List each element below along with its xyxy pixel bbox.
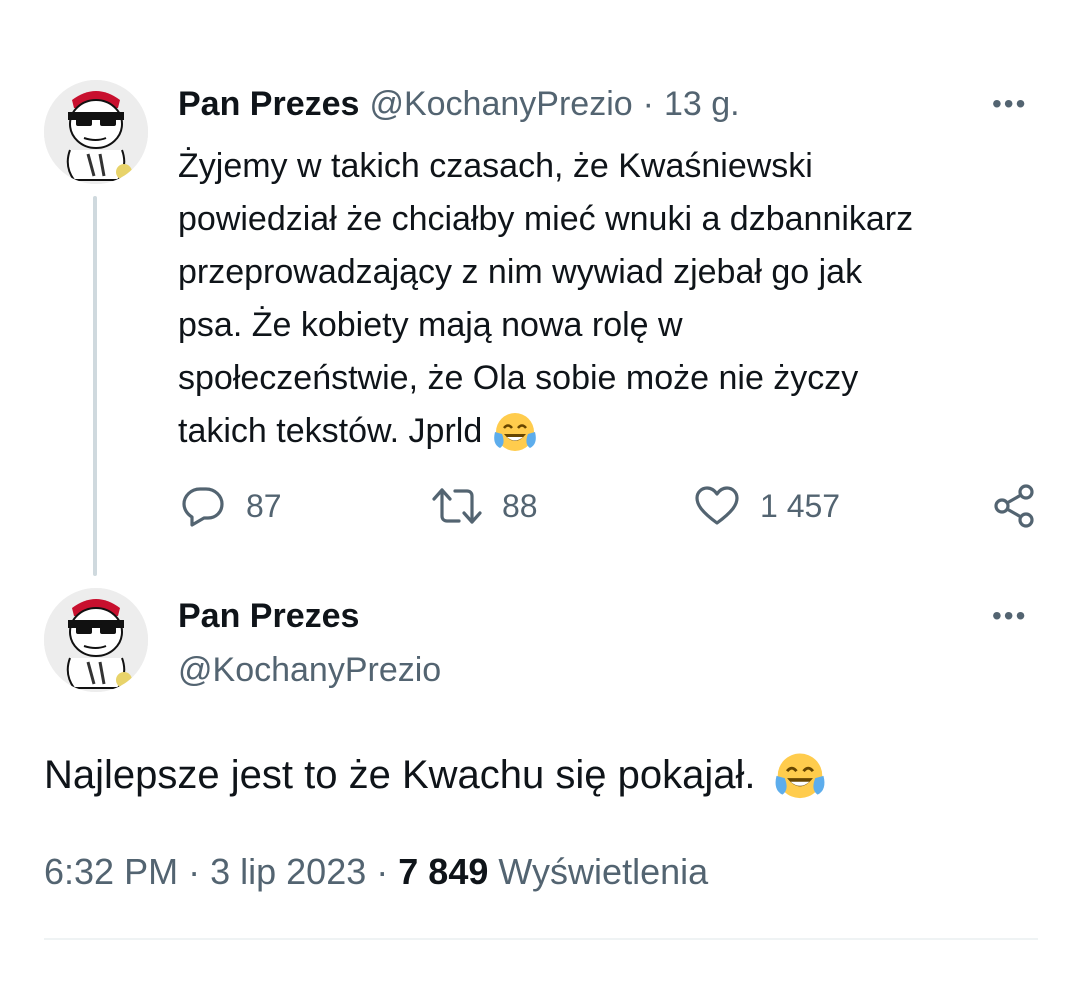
text-line: przeprowadzający z nim wywiad zjebał go … (178, 253, 863, 291)
views-count[interactable]: 7 849 (398, 851, 488, 892)
retweet-count: 88 (502, 487, 538, 524)
separator: · (376, 851, 389, 892)
like-icon (695, 486, 739, 525)
author-name[interactable]: Pan Prezes (178, 84, 359, 124)
text-line: powiedział że chciałby mieć wnuki a dzba… (178, 200, 914, 238)
like-button[interactable]: 1 457 (694, 484, 840, 528)
avatar[interactable] (44, 588, 148, 692)
separator: · (642, 85, 654, 123)
reply-icon (182, 487, 224, 527)
separator: · (188, 851, 201, 892)
author-handle[interactable]: @KochanyPrezio (178, 650, 441, 690)
reply-button[interactable]: 87 (180, 484, 282, 528)
tears-of-joy-emoji-icon (493, 413, 536, 452)
share-icon (994, 484, 1034, 528)
text-line: Żyjemy w takich czasach, że Kwaśniewski (178, 147, 813, 185)
tweet1-text: Żyjemy w takich czasach, że Kwaśniewski … (178, 140, 1048, 458)
tweet2-text: Najlepsze jest to że Kwachu się pokajał. (44, 745, 827, 805)
author-name[interactable]: Pan Prezes (178, 596, 359, 636)
views-label[interactable]: Wyświetlenia (498, 851, 708, 892)
tweet-metadata: 6:32 PM · 3 lip 2023 · 7 849 Wyświetleni… (44, 848, 708, 896)
share-button[interactable] (992, 484, 1036, 528)
avatar-image (44, 80, 148, 184)
tweet-text: Najlepsze jest to że Kwachu się pokajał. (44, 753, 756, 797)
tweet1-header: Pan Prezes @KochanyPrezio · 13 g. (178, 84, 740, 124)
author-handle[interactable]: @KochanyPrezio (369, 84, 632, 124)
more-options-button[interactable]: ••• (992, 602, 1027, 630)
retweet-button[interactable]: 88 (432, 484, 538, 528)
divider (44, 938, 1038, 940)
text-line: takich tekstów. Jprld (178, 412, 483, 450)
avatar-image (44, 588, 148, 692)
more-options-button[interactable]: ••• (992, 90, 1027, 118)
tears-of-joy-emoji-icon (775, 753, 825, 799)
text-line: społeczeństwie, że Ola sobie może nie ży… (178, 359, 859, 397)
timestamp[interactable]: 13 g. (664, 84, 740, 124)
tweet-date[interactable]: 3 lip 2023 (210, 851, 366, 892)
avatar[interactable] (44, 80, 148, 184)
reply-count: 87 (246, 487, 282, 524)
thread-line (93, 196, 97, 576)
like-count: 1 457 (760, 487, 841, 524)
text-line-last: takich tekstów. Jprld (178, 405, 1048, 458)
text-line: psa. Że kobiety mają nowa rolę w (178, 306, 683, 344)
retweet-icon (432, 488, 482, 524)
tweet-time[interactable]: 6:32 PM (44, 851, 178, 892)
